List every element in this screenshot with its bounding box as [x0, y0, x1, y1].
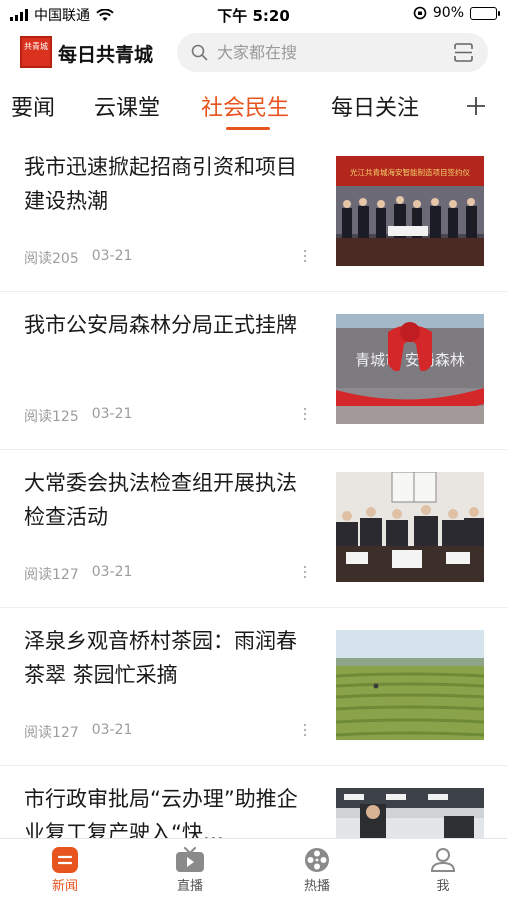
nav-live-label: 直播 — [176, 879, 203, 894]
more-options-icon[interactable] — [303, 723, 307, 737]
status-right: 90% — [413, 5, 500, 21]
active-tab-indicator — [226, 127, 270, 130]
publish-date: 03-21 — [91, 406, 133, 422]
news-thumbnail-plaque: 青城市 安局森林 — [336, 314, 484, 424]
orientation-lock-icon — [413, 6, 427, 20]
logo-text: 共青城 — [24, 42, 48, 51]
film-reel-icon — [305, 848, 329, 872]
plaque-text: 青城市 安局森林 — [355, 351, 465, 369]
battery-percent: 90% — [432, 5, 464, 21]
tab-daily-focus[interactable]: 每日关注 — [331, 90, 419, 122]
nav-hot-label: 热播 — [303, 879, 330, 894]
more-options-icon[interactable] — [303, 565, 307, 579]
news-title[interactable]: 我市公安局森林分局正式挂牌 — [24, 308, 314, 342]
nav-me[interactable]: 我 — [408, 847, 478, 894]
nav-news-label: 新闻 — [51, 879, 78, 894]
news-title[interactable]: 泽泉乡观音桥村茶园：雨润春茶翠 茶园忙采摘 — [24, 624, 314, 692]
search-icon — [191, 44, 208, 61]
app-logo: 共青城 — [20, 36, 52, 68]
news-title[interactable]: 大常委会执法检查组开展执法检查活动 — [24, 466, 314, 534]
add-channel-icon[interactable] — [464, 94, 488, 118]
news-meta: 阅读205 03-21 — [24, 248, 132, 268]
news-meta: 阅读125 03-21 — [24, 406, 132, 426]
read-count: 阅读127 — [24, 725, 79, 741]
news-title[interactable]: 我市迅速掀起招商引资和项目建设热潮 — [24, 150, 314, 218]
search-bar[interactable] — [177, 33, 488, 72]
battery-icon — [470, 6, 500, 20]
publish-date: 03-21 — [91, 564, 133, 580]
nav-hot[interactable]: 热播 — [282, 847, 352, 894]
read-count: 阅读205 — [24, 251, 79, 267]
bottom-navigation: 新闻 直播 热播 我 — [0, 838, 507, 900]
read-count: 阅读125 — [24, 409, 79, 425]
banner-text: 光江共青城海安智能制造项目签约仪 — [350, 167, 470, 177]
news-item[interactable]: 泽泉乡观音桥村茶园：雨润春茶翠 茶园忙采摘 阅读127 03-21 — [0, 608, 507, 766]
news-icon — [52, 847, 78, 873]
tab-headlines[interactable]: 要闻 — [11, 90, 55, 122]
nav-news[interactable]: 新闻 — [30, 847, 100, 894]
nav-me-label: 我 — [436, 879, 450, 894]
read-count: 阅读127 — [24, 567, 79, 583]
tab-cloud-class[interactable]: 云课堂 — [94, 90, 160, 122]
news-meta: 阅读127 03-21 — [24, 722, 132, 742]
search-input[interactable] — [217, 38, 437, 67]
news-thumbnail-signing: 光江共青城海安智能制造项目签约仪 — [336, 156, 484, 266]
news-item[interactable]: 大常委会执法检查组开展执法检查活动 阅读127 03-21 — [0, 450, 507, 608]
news-thumbnail-meeting — [336, 472, 484, 582]
app-header: 共青城 每日共青城 — [0, 30, 507, 76]
news-item[interactable]: 我市公安局森林分局正式挂牌 阅读125 03-21 青城市 安局森林 — [0, 292, 507, 450]
channel-tabs: 要闻 云课堂 社会民生 每日关注 — [0, 84, 507, 132]
news-item[interactable]: 我市迅速掀起招商引资和项目建设热潮 阅读205 03-21 光江共青城海安智能制… — [0, 134, 507, 292]
news-meta: 阅读127 03-21 — [24, 564, 132, 584]
scan-icon[interactable] — [453, 42, 474, 63]
more-options-icon[interactable] — [303, 249, 307, 263]
tab-social-livelihood[interactable]: 社会民生 — [201, 90, 289, 122]
nav-live[interactable]: 直播 — [155, 847, 225, 894]
news-thumbnail-tea-garden — [336, 630, 484, 740]
more-options-icon[interactable] — [303, 407, 307, 421]
publish-date: 03-21 — [91, 722, 133, 738]
live-tv-icon — [176, 847, 204, 872]
publish-date: 03-21 — [91, 248, 133, 264]
news-feed: 我市迅速掀起招商引资和项目建设热潮 阅读205 03-21 光江共青城海安智能制… — [0, 134, 507, 900]
status-bar: 中国联通 下午 5:20 90% — [0, 0, 507, 28]
profile-icon — [430, 848, 456, 872]
app-title: 每日共青城 — [58, 44, 154, 66]
